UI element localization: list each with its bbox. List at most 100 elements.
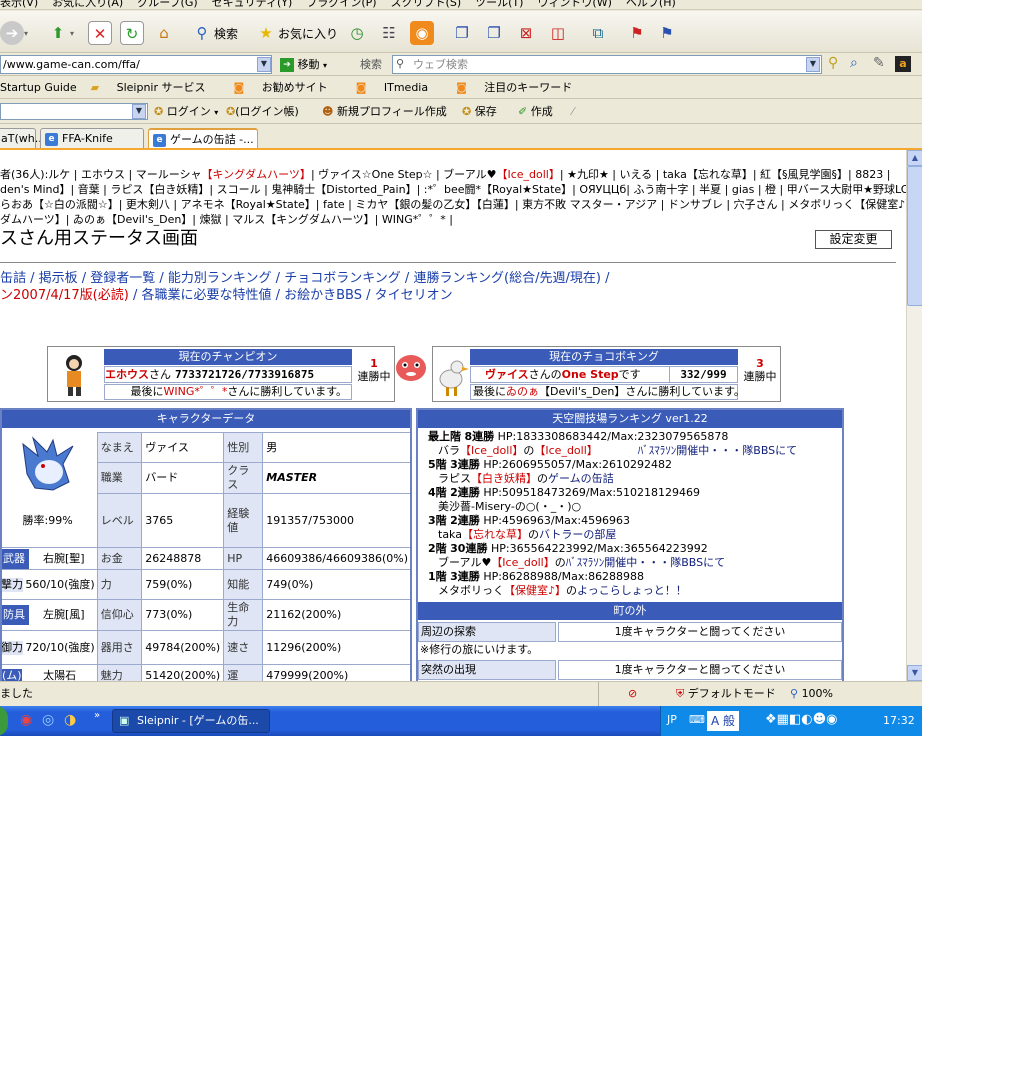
menu-favorites[interactable]: お気に入り(A) [52, 0, 123, 8]
save-button[interactable]: ✪ 保存 [462, 99, 497, 123]
search-dropdown-icon[interactable]: ▼ [806, 57, 820, 72]
save-icon: ✪ [462, 105, 472, 118]
money: 26248878 [141, 547, 225, 570]
menu-security[interactable]: セキュリティ(Y) [212, 0, 293, 8]
login-button[interactable]: ✪ ログイン ▾ [154, 99, 218, 123]
create-icon: ✐ [518, 105, 528, 118]
search-button[interactable]: ⚲ 検索 [190, 20, 239, 46]
nav-links-2[interactable]: / 各職業に必要な特性値 / お絵かきBBS / タイセリオン [133, 288, 453, 303]
ime-indicator[interactable]: A 般 [707, 711, 740, 731]
nav-links-1[interactable]: 缶詰 / 掲示板 / 登録者一覧 / 能力別ランキング / チョコボランキング … [0, 270, 609, 287]
menu-plugin[interactable]: プラグイン(P) [306, 0, 376, 8]
choco-owner[interactable]: ヴァイス [485, 368, 529, 381]
menu-bar: 表示(V) お気に入り(A) グループ(G) セキュリティ(Y) プラグイン(P) スクリ… [0, 0, 922, 10]
keyboard-icon[interactable]: ⌨ [689, 713, 705, 726]
language-indicator[interactable]: JP [667, 713, 677, 726]
sudden-row: 突然の出現 1度キャラクターと闘ってください [418, 660, 842, 680]
account-dropdown-icon[interactable]: ▼ [132, 104, 146, 119]
taskbar-window-button[interactable]: ▣ Sleipnir - [ゲームの缶... [112, 709, 270, 733]
link-keywords[interactable]: ◙ 注目のキーワード [456, 81, 586, 94]
flag-button[interactable]: ⚑ [625, 20, 649, 46]
favorites-button[interactable]: ★ お気に入り [254, 20, 338, 46]
tree-button[interactable]: ☷ [377, 20, 401, 46]
menu-group[interactable]: グループ(G) [137, 0, 197, 8]
new-profile-button[interactable]: ☻ 新規プロフィール作成 [322, 99, 447, 123]
reload-button[interactable]: ↻ [120, 20, 144, 46]
sudden-label[interactable]: 突然の出現 [418, 660, 556, 680]
user-icon: ☻ [322, 105, 334, 118]
ranking-panel: 天空闘技場ランキング ver1.22 最上階 8連勝 HP:1833308683… [416, 408, 844, 681]
media-quicklaunch-icon[interactable]: ◑ [64, 712, 76, 728]
champion-score: 7733721726/7733916875 [175, 368, 315, 381]
magnify-icon[interactable]: ⚲ [828, 55, 838, 71]
settings-button[interactable]: 設定変更 [815, 230, 892, 249]
ie-icon: e [45, 132, 58, 146]
start-button[interactable] [0, 706, 8, 736]
champion-name[interactable]: エホウス [105, 368, 149, 381]
ie-quicklaunch-icon[interactable]: ◎ [42, 712, 54, 728]
home-button[interactable]: ⌂ [152, 20, 176, 46]
highlight-icon[interactable]: ✎ [873, 55, 885, 71]
close-others-button[interactable]: ◫ [546, 20, 570, 46]
scroll-down-icon[interactable]: ▼ [907, 665, 922, 681]
page-search-icon[interactable]: ⌕ [850, 55, 858, 71]
url-input[interactable]: /www.game-can.com/ffa/ [0, 55, 272, 74]
tab-3-active[interactable]: e ゲームの缶詰 -... [148, 128, 258, 148]
rss-icon: ◉ [410, 21, 434, 45]
window-button-1[interactable]: ❐ [450, 20, 474, 46]
vertical-scrollbar[interactable]: ▲ ▼ [906, 150, 922, 681]
web-search-input[interactable]: ウェブ検索 [392, 55, 822, 74]
quicklaunch-icon-1[interactable]: ◉ [20, 712, 32, 728]
mode-indicator[interactable]: ⛨ デフォルトモード [676, 682, 776, 706]
address-bar: /www.game-can.com/ffa/ ▼ ➔ 移動 ▾ 検索 ウェブ検索… [0, 53, 922, 76]
character-table: 勝率:99% なまえ ヴァイス 性別男 職業 バード クラス MASTER レベル 3765… [2, 432, 410, 681]
flag-button-2[interactable]: ⚑ [655, 20, 679, 46]
tray-icons[interactable]: ❖▦◧◐☻◉ [765, 712, 837, 727]
new-window-button[interactable]: ⧉ [586, 20, 610, 46]
amazon-icon[interactable]: a [895, 56, 911, 72]
menu-view[interactable]: 表示(V) [0, 0, 38, 8]
char-exp: 191357/753000 [262, 493, 410, 548]
link-startup-guide[interactable]: Startup Guide [0, 81, 77, 94]
link-sleipnir-service[interactable]: ▰ Sleipnir サービス [91, 81, 220, 94]
clear-icon[interactable]: ⁄ [572, 99, 574, 123]
menu-help[interactable]: ヘルプ(H) [626, 0, 676, 8]
chevron-icon[interactable]: » [94, 710, 100, 721]
search-prefix: 検索 [360, 58, 382, 71]
link-itmedia[interactable]: ◙ ITmedia [356, 81, 442, 94]
url-dropdown-icon[interactable]: ▼ [257, 57, 271, 72]
windows-taskbar: ◉ ◎ ◑ » ▣ Sleipnir - [ゲームの缶... JP ⌨ A 般 ❖… [0, 706, 922, 736]
scroll-up-icon[interactable]: ▲ [907, 150, 922, 166]
zoom-indicator[interactable]: ⚲ 100% [790, 682, 833, 706]
login-account-button[interactable]: ✪(ログイン帳) [226, 99, 299, 123]
tab-2[interactable]: e FFA-Knife [40, 128, 144, 148]
nav-version-link[interactable]: ン2007/4/17版(必読) [0, 288, 129, 303]
tree-icon: ☷ [382, 24, 396, 42]
popup-blocker-icon[interactable]: ⊘ [628, 682, 637, 706]
menu-window[interactable]: ウィンドウ(W) [537, 0, 611, 8]
dexterity: 49784(200%) [141, 630, 225, 665]
explore-label[interactable]: 周辺の探索 [418, 622, 556, 642]
menu-tools[interactable]: ツール(T) [475, 0, 523, 8]
armor: 左腕[風] [43, 608, 85, 621]
tab-1[interactable]: aT(wh... [0, 128, 45, 148]
menu-script[interactable]: スクリプト(S) [391, 0, 462, 8]
go-button[interactable]: ➔ 移動 ▾ [280, 56, 327, 74]
link-recommended[interactable]: ◙ お勧めサイト [234, 81, 342, 94]
flag-icon: ⚑ [630, 24, 644, 42]
stop-button[interactable]: ✕ [88, 20, 112, 46]
window-button-2[interactable]: ❐ [482, 20, 506, 46]
forward-button[interactable]: ➔ ▾ [0, 20, 28, 46]
rss-button[interactable]: ◉ [410, 20, 434, 46]
weapon-tag[interactable]: 武器 [2, 548, 29, 569]
ranking-header: 天空闘技場ランキング ver1.22 [418, 410, 842, 428]
armor-tag[interactable]: 防具 [2, 605, 29, 625]
scroll-thumb[interactable] [907, 166, 922, 306]
close-window-button[interactable]: ⊠ [514, 20, 538, 46]
up-button[interactable]: ⬆ ▾ [46, 20, 74, 46]
history-button[interactable]: ◷ [345, 20, 369, 46]
reload-icon: ↻ [120, 21, 144, 45]
champion-avatar [50, 349, 102, 399]
account-select[interactable] [0, 103, 148, 120]
create-button[interactable]: ✐ 作成 [518, 99, 553, 123]
